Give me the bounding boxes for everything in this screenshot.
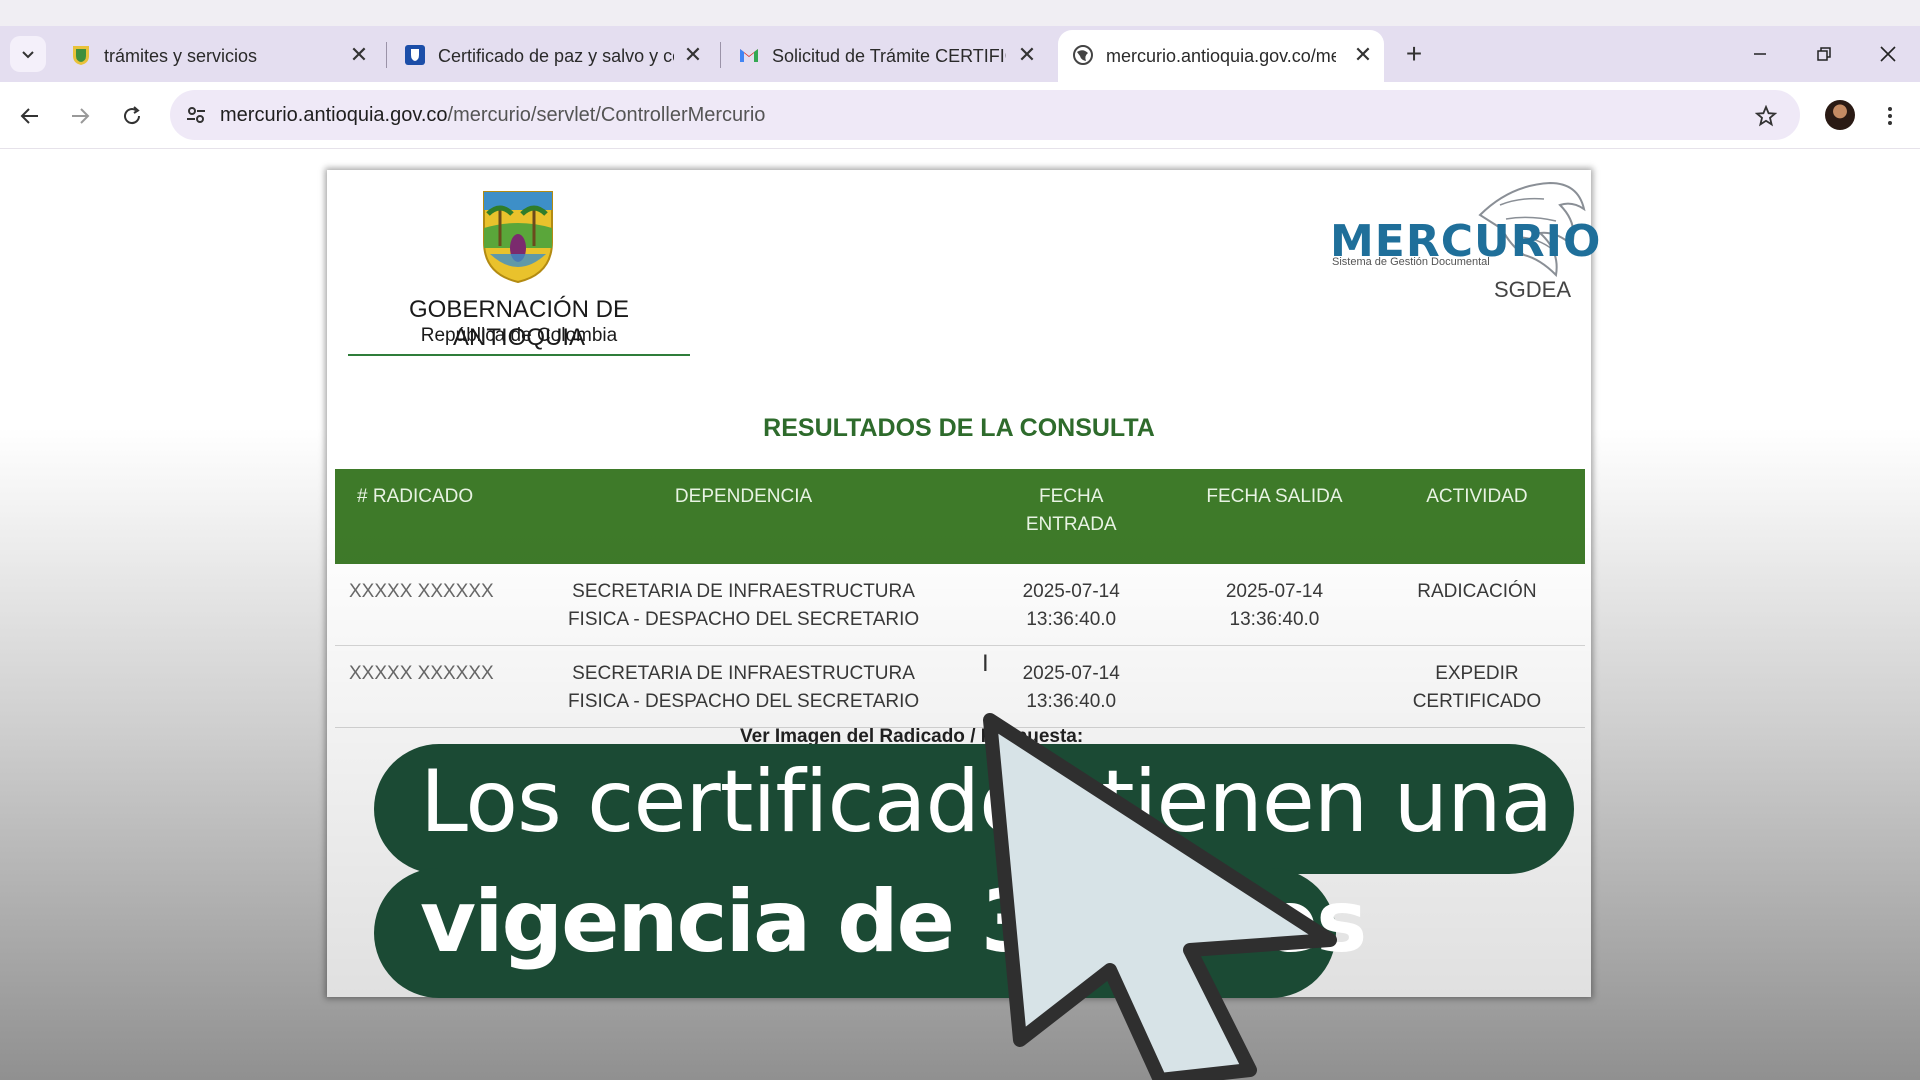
- forward-button[interactable]: [60, 96, 100, 136]
- chevron-down-icon: [22, 51, 34, 59]
- url-text[interactable]: mercurio.antioquia.gov.co/mercurio/servl…: [220, 104, 765, 127]
- url-path: /mercurio/servlet/ControllerMercurio: [447, 104, 766, 126]
- fecha-entrada-cell: 2025-07-14 13:36:40.0: [962, 564, 1181, 646]
- radicado-cell: XXXXX XXXXXX: [335, 564, 525, 646]
- tab-search-button[interactable]: [10, 36, 46, 72]
- profile-avatar[interactable]: [1825, 100, 1855, 130]
- antioquia-crest-icon: [483, 191, 553, 284]
- shield-blue-icon: [405, 45, 425, 65]
- dependencia-cell: SECRETARIA DE INFRAESTRUCTURA FISICA - D…: [524, 645, 963, 728]
- reload-button[interactable]: [112, 96, 152, 136]
- tune-icon: [187, 107, 205, 123]
- new-tab-button[interactable]: +: [1398, 38, 1430, 70]
- restore-button[interactable]: [1804, 38, 1844, 70]
- column-header: FECHA SALIDA: [1180, 469, 1369, 564]
- text-cursor-icon: I: [982, 650, 989, 677]
- reload-icon: [124, 106, 141, 125]
- globe-icon: [1073, 45, 1093, 65]
- column-header: ACTIVIDAD: [1368, 469, 1585, 564]
- close-tab-icon[interactable]: ✕: [680, 42, 706, 68]
- close-tab-icon[interactable]: ✕: [1014, 42, 1040, 68]
- column-header: DEPENDENCIA: [524, 469, 963, 564]
- close-icon: [1880, 46, 1896, 62]
- tab-title: mercurio.antioquia.gov.co/merc: [1106, 46, 1336, 66]
- arrow-left-icon: [20, 108, 38, 124]
- bookmark-button[interactable]: [1748, 98, 1784, 134]
- dependencia-cell: SECRETARIA DE INFRAESTRUCTURA FISICA - D…: [524, 564, 963, 646]
- minimize-icon: [1754, 53, 1766, 55]
- tab-separator: [386, 42, 387, 68]
- table-header-row: # RADICADO DEPENDENCIA FECHA ENTRADA FEC…: [335, 469, 1585, 564]
- url-host: mercurio.antioquia.gov.co: [220, 104, 448, 126]
- actividad-cell: EXPEDIR CERTIFICADO: [1368, 645, 1585, 728]
- gmail-icon: [740, 49, 758, 62]
- minimize-button[interactable]: [1740, 38, 1780, 70]
- close-tab-icon[interactable]: ✕: [346, 42, 372, 68]
- restore-icon: [1817, 47, 1831, 61]
- mouse-pointer-icon: [983, 713, 1337, 1080]
- tab-gmail[interactable]: Solicitud de Trámite CERTIFICAD ✕: [724, 30, 1048, 82]
- tab-title: trámites y servicios: [104, 46, 258, 66]
- close-tab-icon[interactable]: ✕: [1350, 42, 1376, 68]
- table-row: XXXXX XXXXXX SECRETARIA DE INFRAESTRUCTU…: [335, 564, 1585, 646]
- tab-tramites[interactable]: trámites y servicios ✕: [56, 30, 380, 82]
- tab-certificado[interactable]: Certificado de paz y salvo y cert ✕: [390, 30, 714, 82]
- site-info-button[interactable]: [178, 97, 214, 133]
- kebab-icon: [1888, 107, 1892, 125]
- government-subtitle: República de Colombia: [420, 325, 618, 346]
- tab-mercurio[interactable]: mercurio.antioquia.gov.co/merc ✕: [1058, 30, 1384, 82]
- shield-crest-icon: [73, 46, 89, 65]
- results-title: RESULTADOS DE LA CONSULTA: [763, 414, 1155, 442]
- actividad-cell: RADICACIÓN: [1368, 564, 1585, 646]
- arrow-right-icon: [72, 108, 90, 124]
- back-button[interactable]: [10, 96, 50, 136]
- fecha-salida-cell: 2025-07-14 13:36:40.0: [1180, 564, 1369, 646]
- column-header: # RADICADO: [335, 469, 525, 564]
- sgdea-label: SGDEA: [1494, 277, 1572, 302]
- mercurio-tagline: Sistema de Gestión Documental: [1332, 256, 1490, 268]
- radicado-cell: XXXXX XXXXXX: [335, 645, 525, 728]
- tab-title: Certificado de paz y salvo y cert: [438, 46, 674, 66]
- menu-button[interactable]: [1872, 98, 1908, 134]
- tab-title: Solicitud de Trámite CERTIFICAD: [772, 46, 1006, 66]
- window-top-strip: [0, 0, 1920, 26]
- results-table: # RADICADO DEPENDENCIA FECHA ENTRADA FEC…: [335, 469, 1585, 728]
- tab-separator: [720, 42, 721, 68]
- close-window-button[interactable]: [1868, 38, 1908, 70]
- column-header: FECHA ENTRADA: [962, 469, 1181, 564]
- star-icon: [1755, 105, 1777, 127]
